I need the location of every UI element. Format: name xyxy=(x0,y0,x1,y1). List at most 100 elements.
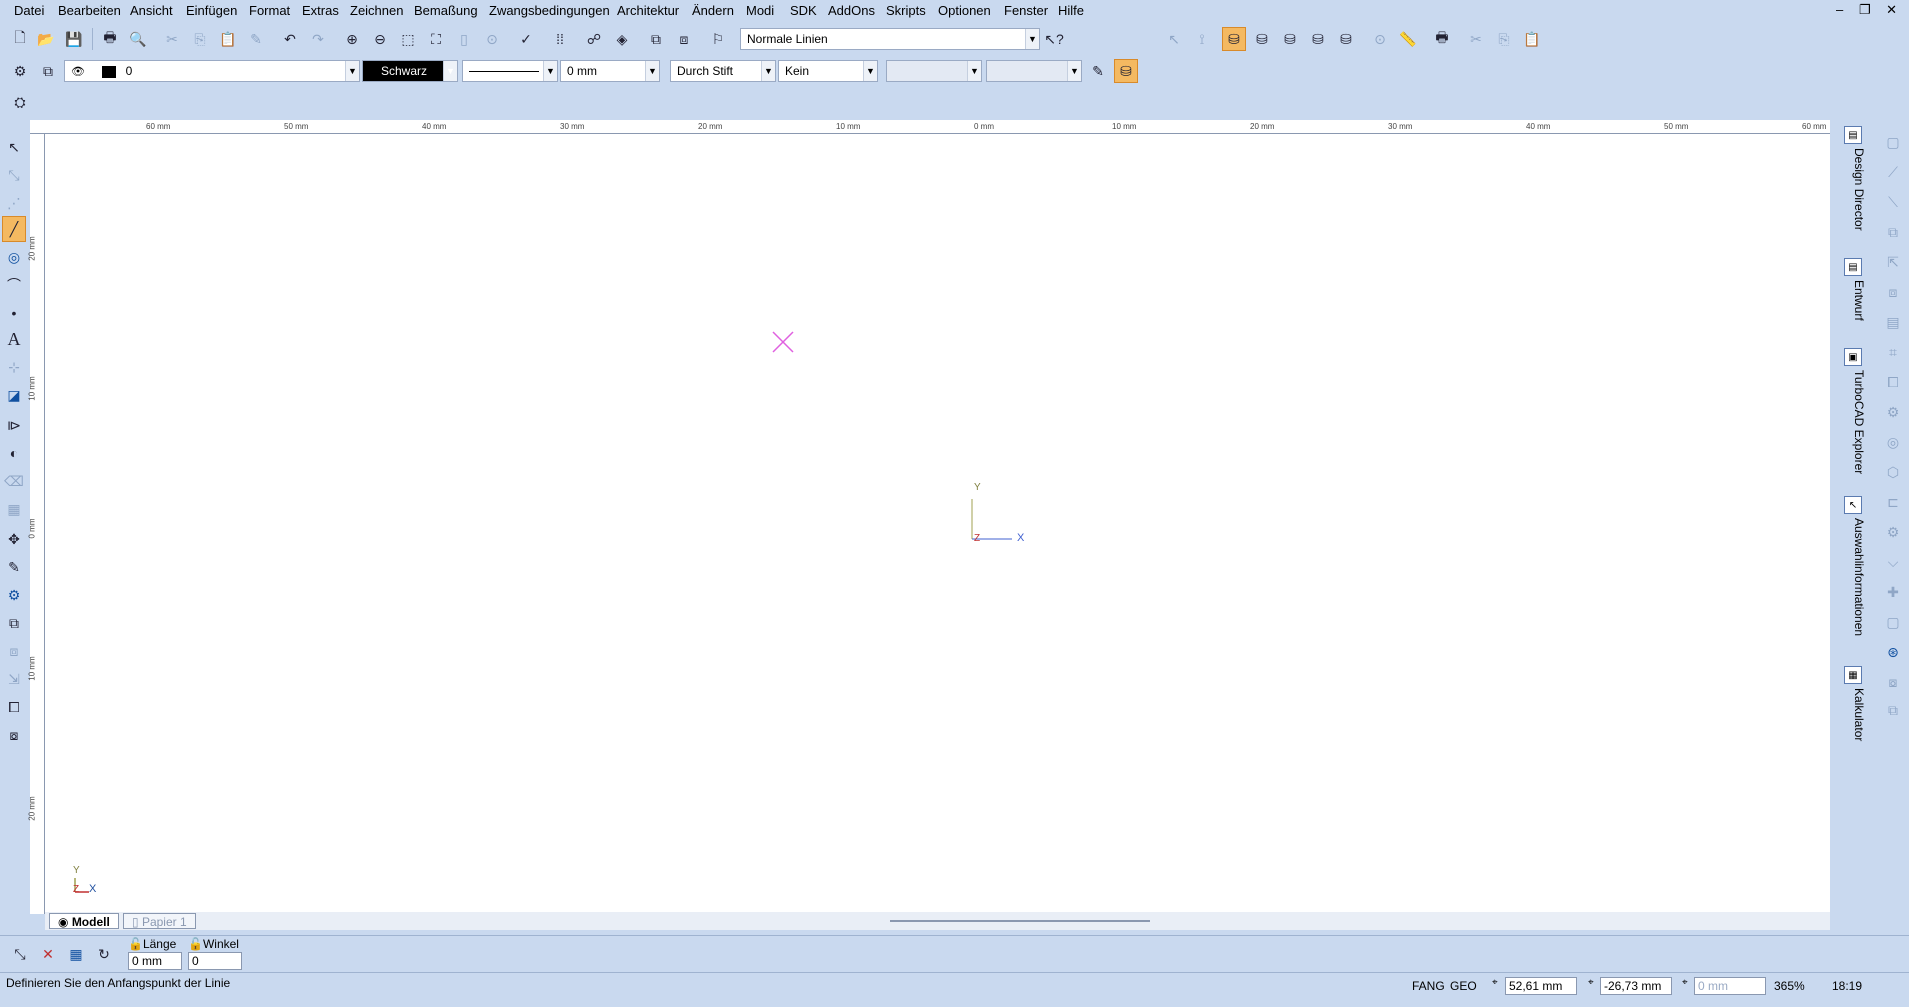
move-tool-icon[interactable]: ✥ xyxy=(2,526,26,552)
printer-setup-icon[interactable]: 🖶 xyxy=(1430,27,1454,51)
panel-icon-20[interactable]: ⧉ xyxy=(1881,698,1905,722)
tab-papier-1[interactable]: ▯ Papier 1 xyxy=(123,913,196,929)
refresh-icon[interactable]: ↻ xyxy=(92,942,116,966)
eraser-tool-icon[interactable]: ⌫ xyxy=(2,468,26,494)
table-icon[interactable]: ▦ xyxy=(64,942,88,966)
snap-icon[interactable]: ☍ xyxy=(582,27,606,51)
horizontal-scrollbar[interactable] xyxy=(890,920,1150,922)
panel-icon-3[interactable]: ⟍ xyxy=(1881,190,1905,214)
group-tool-icon[interactable]: ⧉ xyxy=(2,610,26,636)
inspector-tool-icon[interactable]: ⤡ xyxy=(8,942,32,966)
gear-drawing-icon[interactable]: ⛭ xyxy=(8,90,32,114)
select-icon[interactable]: ↖ xyxy=(1162,27,1186,51)
length-input[interactable]: 0 mm xyxy=(128,952,182,970)
line-style-select[interactable]: Normale Linien ▼ xyxy=(740,28,1040,50)
property-icon[interactable]: ⚐ xyxy=(706,27,730,51)
spell-check-icon[interactable]: ✓ xyxy=(514,27,538,51)
menu-zeichnen[interactable]: Zeichnen xyxy=(350,3,403,18)
undo-icon[interactable]: ↶ xyxy=(278,27,302,51)
menu-skripts[interactable]: Skripts xyxy=(886,3,926,18)
measure-icon[interactable]: 📏 xyxy=(1396,27,1420,51)
render-mode-icon[interactable]: ⛁ xyxy=(1114,59,1138,83)
panel-icon-8[interactable]: ⌗ xyxy=(1881,340,1905,364)
panel-icon-16[interactable]: ✚ xyxy=(1881,580,1905,604)
zoom-out-icon[interactable]: ⊖ xyxy=(368,27,392,51)
panel-icon-11[interactable]: ◎ xyxy=(1881,430,1905,454)
panel-icon-19[interactable]: ⧇ xyxy=(1881,670,1905,694)
cut-icon[interactable]: ✂ xyxy=(160,27,184,51)
grid-icon[interactable]: ⁞⁞ xyxy=(548,27,572,51)
status-geo[interactable]: GEO xyxy=(1450,979,1477,993)
tab-modell[interactable]: ◉ Modell xyxy=(49,913,119,929)
gear-icon[interactable]: ⚙ xyxy=(8,59,32,83)
3d-tool-icon[interactable]: ⧐ xyxy=(2,412,26,438)
print-preview-icon[interactable]: 🔍 xyxy=(126,27,150,51)
copy-icon[interactable]: ⎘ xyxy=(188,27,212,51)
menu-ansicht[interactable]: Ansicht xyxy=(130,3,173,18)
save-icon[interactable]: 💾 xyxy=(62,27,86,51)
panel-icon-2[interactable]: ⟋ xyxy=(1881,160,1905,184)
point-line-icon[interactable]: ⋰ xyxy=(2,190,26,216)
panel-icon-5[interactable]: ⇱ xyxy=(1881,250,1905,274)
block-tool-icon[interactable]: ⧈ xyxy=(2,638,26,664)
hatch-tool-icon[interactable]: ▦ xyxy=(2,496,26,522)
y-coordinate-field[interactable]: -26,73 mm xyxy=(1600,977,1672,995)
line-type-select[interactable]: ▼ xyxy=(462,60,558,82)
menu-zwangsbedingungen[interactable]: Zwangsbedingungen xyxy=(489,3,610,18)
pen-select[interactable]: Durch Stift ▼ xyxy=(670,60,776,82)
render-shaded-icon[interactable]: ⛁ xyxy=(1278,27,1302,51)
insert-tool-icon[interactable]: ⇲ xyxy=(2,666,26,692)
render-shaded-edges-icon[interactable]: ⛁ xyxy=(1306,27,1330,51)
gear-tool-icon[interactable]: ⚙ xyxy=(2,582,26,608)
fill-select[interactable]: Kein ▼ xyxy=(778,60,878,82)
render-wireframe-icon[interactable]: ⛁ xyxy=(1222,27,1246,51)
panel-icon-12[interactable]: ⬡ xyxy=(1881,460,1905,484)
menu-format[interactable]: Format xyxy=(249,3,290,18)
menu-datei[interactable]: Datei xyxy=(14,3,44,18)
tab-turbocad-explorer[interactable]: TurboCAD Explorer xyxy=(1846,348,1866,498)
panel-icon-17[interactable]: ▢ xyxy=(1881,610,1905,634)
panel-icon-9[interactable]: ⧠ xyxy=(1881,370,1905,394)
menu-einfuegen[interactable]: Einfügen xyxy=(186,3,237,18)
cut-secondary-icon[interactable]: ✂ xyxy=(1464,27,1488,51)
panel-icon-18[interactable]: ⊛ xyxy=(1881,640,1905,664)
panel-icon-6[interactable]: ⧈ xyxy=(1881,280,1905,304)
layer-select[interactable]: 👁 0 ▼ xyxy=(64,60,360,82)
copy-secondary-icon[interactable]: ⎘ xyxy=(1492,27,1516,51)
point-tool-icon[interactable]: • xyxy=(2,300,26,326)
color-select[interactable]: Schwarz ▼ xyxy=(362,60,458,82)
paste-icon[interactable]: 📋 xyxy=(216,27,240,51)
render-realistic-icon[interactable]: ⛁ xyxy=(1334,27,1358,51)
menu-modi[interactable]: Modi xyxy=(746,3,774,18)
zoom-page-icon[interactable]: ▯ xyxy=(452,27,476,51)
zoom-previous-icon[interactable]: ⊙ xyxy=(480,27,504,51)
tab-design-director[interactable]: Design Director xyxy=(1846,126,1866,236)
panel-icon-7[interactable]: ▤ xyxy=(1881,310,1905,334)
menu-bemassung[interactable]: Bemaßung xyxy=(414,3,478,18)
edit-tool-icon[interactable]: ⤡ xyxy=(2,162,26,188)
pencil-icon[interactable]: ✎ xyxy=(1086,59,1110,83)
new-file-icon[interactable]: 🗋 xyxy=(8,27,32,51)
menu-sdk[interactable]: SDK xyxy=(790,3,817,18)
angle-input[interactable]: 0 xyxy=(188,952,242,970)
sphere-tool-icon[interactable]: ◐ xyxy=(2,440,26,466)
line-width-select[interactable]: 0 mm ▼ xyxy=(560,60,660,82)
panel-icon-1[interactable]: ▢ xyxy=(1881,130,1905,154)
zoom-extents-icon[interactable]: ⛶ xyxy=(424,27,448,51)
menu-fenster[interactable]: Fenster xyxy=(1004,3,1048,18)
layer-manager-icon[interactable]: ⧉ xyxy=(644,27,668,51)
panel-icon-14[interactable]: ⚙ xyxy=(1881,520,1905,544)
dimension-tool-icon[interactable]: ⊹ xyxy=(2,354,26,380)
panel-icon-13[interactable]: ⊏ xyxy=(1881,490,1905,514)
status-fang[interactable]: FANG xyxy=(1412,979,1445,993)
render-hidden-icon[interactable]: ⛁ xyxy=(1250,27,1274,51)
menu-aendern[interactable]: Ändern xyxy=(692,3,734,18)
circle-tool-icon[interactable]: ◎ xyxy=(2,244,26,270)
hatch-select[interactable]: ▼ xyxy=(886,60,982,82)
redo-icon[interactable]: ↷ xyxy=(306,27,330,51)
menu-extras[interactable]: Extras xyxy=(302,3,339,18)
print-icon[interactable]: 🖶 xyxy=(98,27,122,51)
layer-sets-icon[interactable]: ⧈ xyxy=(672,27,696,51)
menu-hilfe[interactable]: Hilfe xyxy=(1058,3,1084,18)
panel-icon-15[interactable]: ⌵ xyxy=(1881,550,1905,574)
